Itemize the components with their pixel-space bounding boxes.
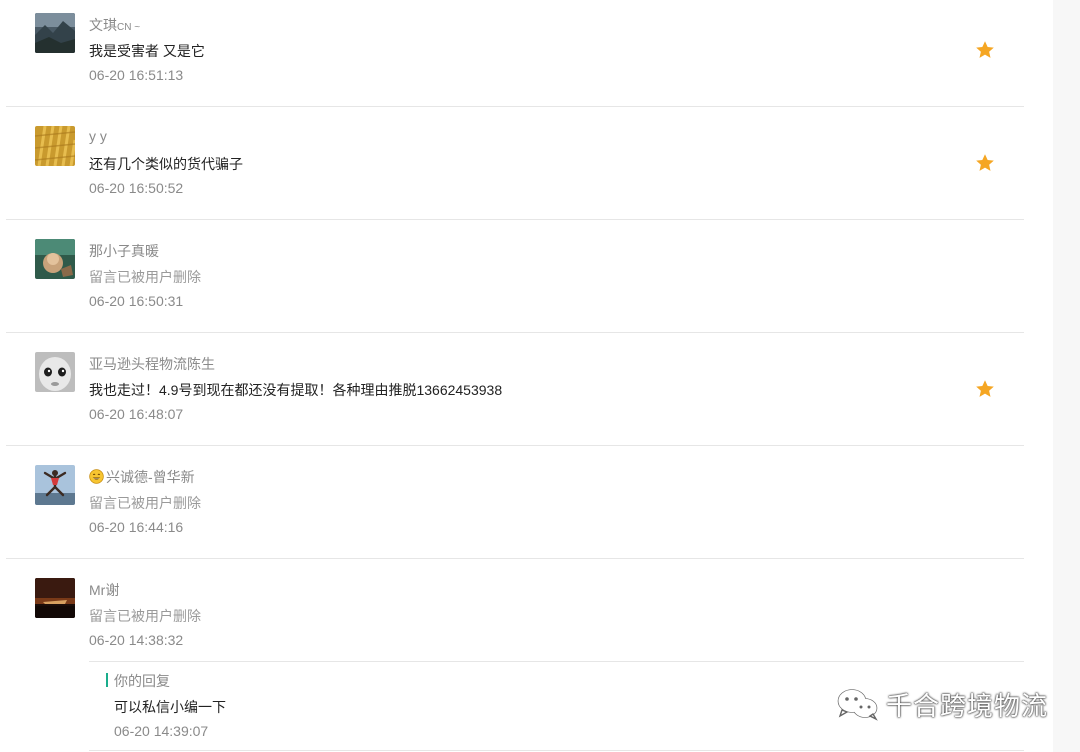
- comment-item: 那小子真暖 留言已被用户删除 06-20 16:50:31: [0, 226, 1030, 339]
- comment-time: 06-20 16:50:31: [89, 293, 184, 309]
- comment-divider: [6, 219, 1024, 220]
- account-watermark: 千合跨境物流: [836, 684, 1048, 724]
- reply-content: 可以私信小编一下: [114, 699, 226, 715]
- comment-content: 留言已被用户删除: [89, 608, 201, 624]
- wheat-avatar-icon: [35, 126, 75, 166]
- comment-content: 还有几个类似的货代骗子: [89, 156, 243, 172]
- comment-item: 文琪CN ~ 我是受害者 又是它 06-20 16:51:13: [0, 0, 1030, 113]
- comment-nickname[interactable]: y y: [89, 128, 107, 144]
- reply-accent-bar: [106, 673, 108, 687]
- comment-page: 文琪CN ~ 我是受害者 又是它 06-20 16:51:13 y y 还有几个…: [0, 0, 1080, 752]
- comment-nickname[interactable]: 兴诚德-曾华新: [89, 467, 195, 487]
- user-avatar[interactable]: [35, 239, 75, 279]
- user-avatar[interactable]: [35, 126, 75, 166]
- landscape-avatar-icon: [35, 13, 75, 53]
- star-icon[interactable]: [974, 152, 996, 174]
- reply-divider: [89, 661, 1024, 662]
- star-icon[interactable]: [974, 39, 996, 61]
- user-avatar[interactable]: [35, 465, 75, 505]
- comment-time: 06-20 16:50:52: [89, 180, 184, 196]
- comment-content: 我是受害者 又是它: [89, 43, 205, 59]
- comment-divider: [6, 558, 1024, 559]
- watermark-text: 千合跨境物流: [886, 690, 1049, 721]
- comment-divider: [6, 445, 1024, 446]
- comment-content: 留言已被用户删除: [89, 495, 201, 511]
- comment-nickname[interactable]: Mr谢: [89, 580, 119, 600]
- comment-content: 我也走过！4.9号到现在都还没有提取！各种理由推脱13662453938: [89, 382, 503, 398]
- comment-divider: [6, 332, 1024, 333]
- grin-emoji-icon: [89, 469, 104, 484]
- comment-time: 06-20 14:38:32: [89, 632, 184, 648]
- scroll-rail[interactable]: [1053, 0, 1080, 752]
- comment-item: 兴诚德-曾华新 留言已被用户删除 06-20 16:44:16: [0, 452, 1030, 565]
- comment-time: 06-20 16:48:07: [89, 406, 184, 422]
- reply-time: 06-20 14:39:07: [114, 723, 209, 739]
- photo-avatar-icon: [35, 239, 75, 279]
- star-icon[interactable]: [974, 378, 996, 400]
- user-avatar[interactable]: [35, 13, 75, 53]
- comment-time: 06-20 16:51:13: [89, 67, 184, 83]
- comment-divider: [6, 106, 1024, 107]
- comment-time: 06-20 16:44:16: [89, 519, 184, 535]
- user-avatar[interactable]: [35, 578, 75, 618]
- jumping-person-avatar-icon: [35, 465, 75, 505]
- comment-nickname[interactable]: 亚马逊头程物流陈生: [89, 354, 215, 374]
- user-avatar[interactable]: [35, 352, 75, 392]
- comment-nickname[interactable]: 文琪CN ~: [89, 15, 140, 35]
- baby-face-avatar-icon: [35, 352, 75, 392]
- comment-item: y y 还有几个类似的货代骗子 06-20 16:50:52: [0, 113, 1030, 226]
- comment-content: 留言已被用户删除: [89, 269, 201, 285]
- reply-label: 你的回复: [114, 673, 170, 689]
- sunset-avatar-icon: [35, 578, 75, 618]
- comment-item: 亚马逊头程物流陈生 我也走过！4.9号到现在都还没有提取！各种理由推脱13662…: [0, 339, 1030, 452]
- comment-nickname[interactable]: 那小子真暖: [89, 241, 159, 261]
- reply-divider: [89, 750, 1024, 751]
- wechat-icon: [837, 689, 878, 721]
